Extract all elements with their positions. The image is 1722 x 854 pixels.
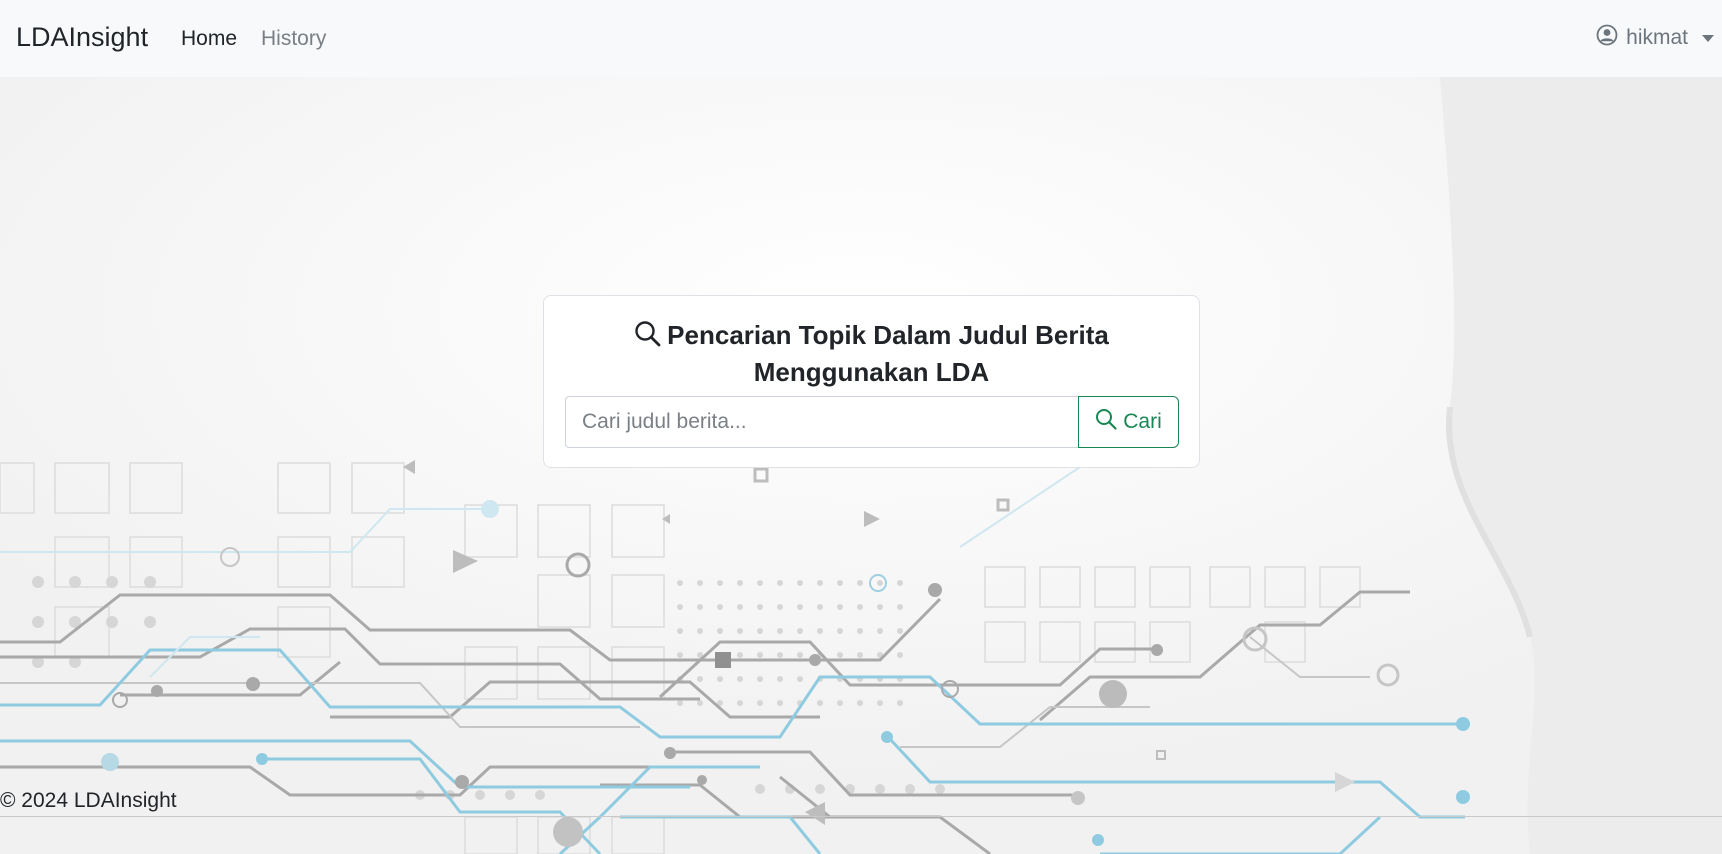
footer-copyright: © 2024 LDAInsight [0,789,177,812]
footer-divider [0,816,1722,817]
user-circle-icon [1596,24,1618,52]
user-dropdown[interactable]: hikmat [1596,24,1714,52]
search-icon [1095,408,1117,436]
search-card-heading: Pencarian Topik Dalam Judul Berita Mengg… [544,318,1199,389]
search-button-label: Cari [1123,410,1162,433]
search-card-title: Pencarian Topik Dalam Judul Berita Mengg… [667,320,1109,387]
search-card: Pencarian Topik Dalam Judul Berita Mengg… [543,295,1200,468]
navbar: LDAInsight Home History hikmat [0,0,1722,77]
navbar-brand[interactable]: LDAInsight [16,22,148,53]
search-button[interactable]: Cari [1078,396,1179,448]
search-icon [634,320,661,355]
search-form: Cari [565,396,1179,448]
search-input[interactable] [565,396,1078,448]
chevron-down-icon [1702,34,1714,42]
nav-link-home[interactable]: Home [181,27,237,51]
nav-link-history[interactable]: History [261,27,326,51]
user-name: hikmat [1626,26,1688,49]
